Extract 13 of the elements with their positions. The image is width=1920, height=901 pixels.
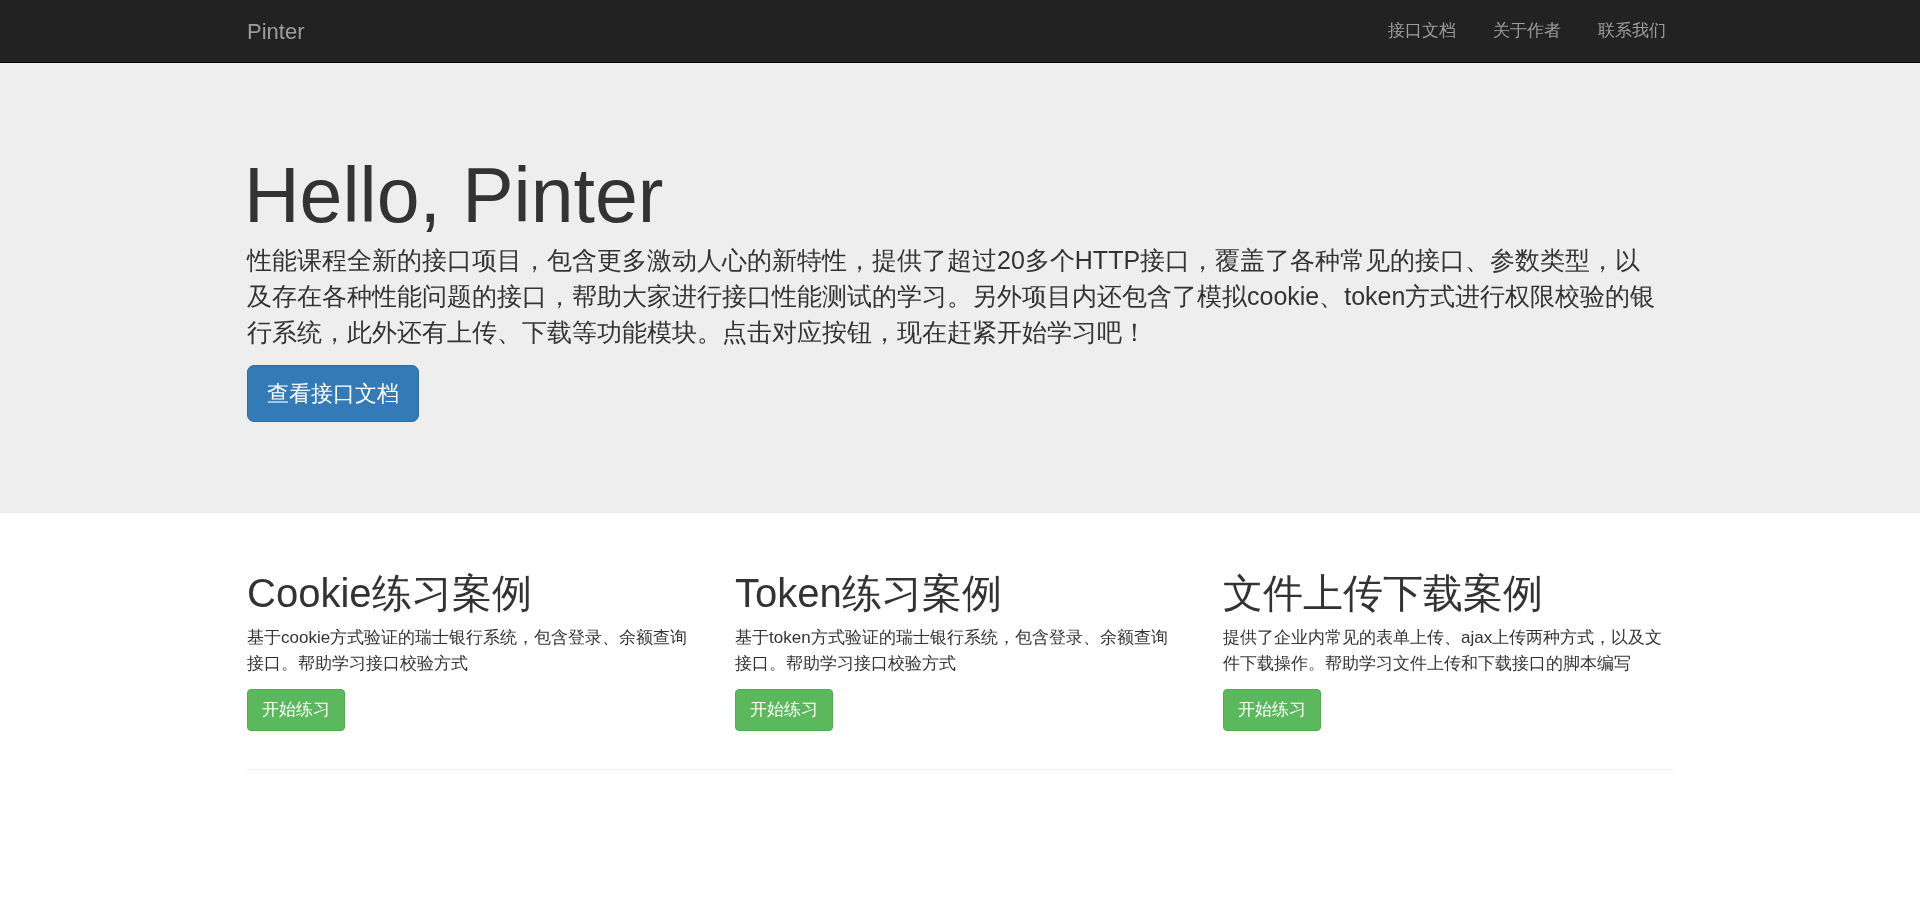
card-title: Cookie练习案例 — [247, 571, 532, 615]
nav-link[interactable]: 关于作者 — [1493, 18, 1561, 44]
card-description: 基于cookie方式验证的瑞士银行系统，包含登录、余额查询接口。帮助学习接口校验方式 — [247, 627, 689, 675]
card-title: 文件上传下载案例 — [1223, 571, 1543, 615]
nav-link[interactable]: 联系我们 — [1598, 18, 1666, 44]
card-title: Token练习案例 — [735, 571, 1002, 615]
card-description: 提供了企业内常见的表单上传、ajax上传两种方式，以及文件下载操作。帮助学习文件上传和下载接口的脚本编写 — [1223, 627, 1664, 675]
hero-description: 性能课程全新的接口项目，包含更多激动人心的新特性，提供了超过20多个HTTP接口，覆盖了各种常见的接口、参数类型，以及存在各种性能问题的接口，帮助大家进行接口性能测试的学习。另外项目内还包含了模拟cookie、token方式进行权限校验的银行系统，此外还有上传、下载等功能模块。点击对应按钮，现在赶紧开始学习吧！ — [247, 244, 1657, 348]
brand-link[interactable]: Pinter — [247, 14, 305, 48]
nav-link[interactable]: 接口文档 — [1388, 18, 1456, 44]
card-description: 基于token方式验证的瑞士银行系统，包含登录、余额查询接口。帮助学习接口校验方式 — [735, 627, 1169, 675]
hero-title: Hello, Pinter — [244, 153, 665, 238]
docs-button[interactable]: 查看接口文档 — [247, 364, 419, 422]
